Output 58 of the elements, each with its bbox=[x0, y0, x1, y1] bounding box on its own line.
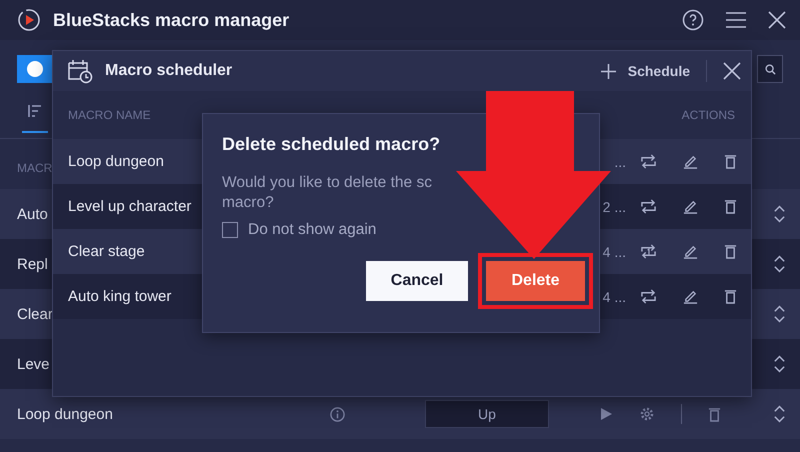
macro-name: Auto king tower bbox=[68, 288, 172, 305]
edit-icon[interactable] bbox=[683, 199, 698, 214]
delete-button[interactable]: Delete bbox=[486, 261, 585, 301]
play-icon[interactable] bbox=[599, 407, 613, 421]
column-header: ACTIONS bbox=[682, 108, 735, 122]
macro-name: Clear bbox=[17, 306, 53, 322]
edit-icon[interactable] bbox=[683, 244, 698, 259]
edit-icon[interactable] bbox=[683, 289, 698, 304]
reorder-icon[interactable] bbox=[773, 254, 786, 274]
close-icon[interactable] bbox=[723, 62, 741, 80]
schedule-button[interactable]: Schedule bbox=[600, 63, 690, 79]
column-header: MACR bbox=[17, 161, 52, 175]
column-header: MACRO NAME bbox=[68, 108, 151, 122]
table-cell: 4 ... bbox=[602, 288, 626, 304]
cancel-button[interactable]: Cancel bbox=[366, 261, 468, 301]
reorder-icon[interactable] bbox=[773, 404, 786, 424]
settings-icon[interactable] bbox=[639, 406, 655, 422]
trash-icon[interactable] bbox=[708, 406, 721, 422]
reorder-icon[interactable] bbox=[773, 304, 786, 324]
window-title: BlueStacks macro manager bbox=[53, 10, 290, 30]
edit-icon[interactable] bbox=[683, 154, 698, 169]
calendar-clock-icon bbox=[67, 58, 93, 84]
macro-name: Leve bbox=[17, 356, 50, 372]
search-button[interactable] bbox=[757, 55, 783, 83]
macro-name: Level up character bbox=[68, 198, 192, 215]
sort-icon bbox=[28, 104, 42, 118]
repeat-icon[interactable] bbox=[640, 289, 657, 304]
trash-icon[interactable] bbox=[724, 154, 737, 169]
macro-name: Loop dungeon bbox=[17, 406, 113, 422]
table-cell: 2 ... bbox=[602, 198, 626, 214]
search-icon bbox=[764, 64, 776, 74]
dialog-title: Macro scheduler bbox=[105, 62, 232, 80]
repeat-icon[interactable] bbox=[640, 154, 657, 169]
help-icon[interactable] bbox=[682, 9, 704, 31]
trash-icon[interactable] bbox=[724, 199, 737, 214]
table-cell: ... bbox=[614, 154, 626, 170]
macro-name: Clear stage bbox=[68, 243, 145, 260]
hotkey-field[interactable]: Up bbox=[425, 400, 549, 428]
macro-name: Repl bbox=[17, 256, 48, 272]
macro-name: Auto bbox=[17, 206, 48, 222]
checkbox[interactable] bbox=[222, 222, 238, 238]
trash-icon[interactable] bbox=[724, 289, 737, 304]
menu-icon[interactable] bbox=[726, 12, 746, 28]
reorder-icon[interactable] bbox=[773, 354, 786, 374]
macro-name: Loop dungeon bbox=[68, 153, 164, 170]
plus-icon bbox=[600, 64, 616, 78]
toggle-switch[interactable] bbox=[17, 55, 53, 83]
repeat-once-icon[interactable] bbox=[640, 244, 657, 259]
reorder-icon[interactable] bbox=[773, 204, 786, 224]
trash-icon[interactable] bbox=[724, 244, 737, 259]
dialog-title: Delete scheduled macro? bbox=[222, 134, 442, 155]
table-cell: 4 ... bbox=[602, 244, 626, 260]
play-logo-icon bbox=[17, 8, 41, 32]
info-icon[interactable] bbox=[330, 406, 345, 422]
checkbox-label[interactable]: Do not show again bbox=[248, 221, 376, 239]
close-icon[interactable] bbox=[768, 11, 786, 29]
repeat-icon[interactable] bbox=[640, 199, 657, 214]
dialog-message: Would you like to delete the sc macro? bbox=[222, 173, 433, 213]
